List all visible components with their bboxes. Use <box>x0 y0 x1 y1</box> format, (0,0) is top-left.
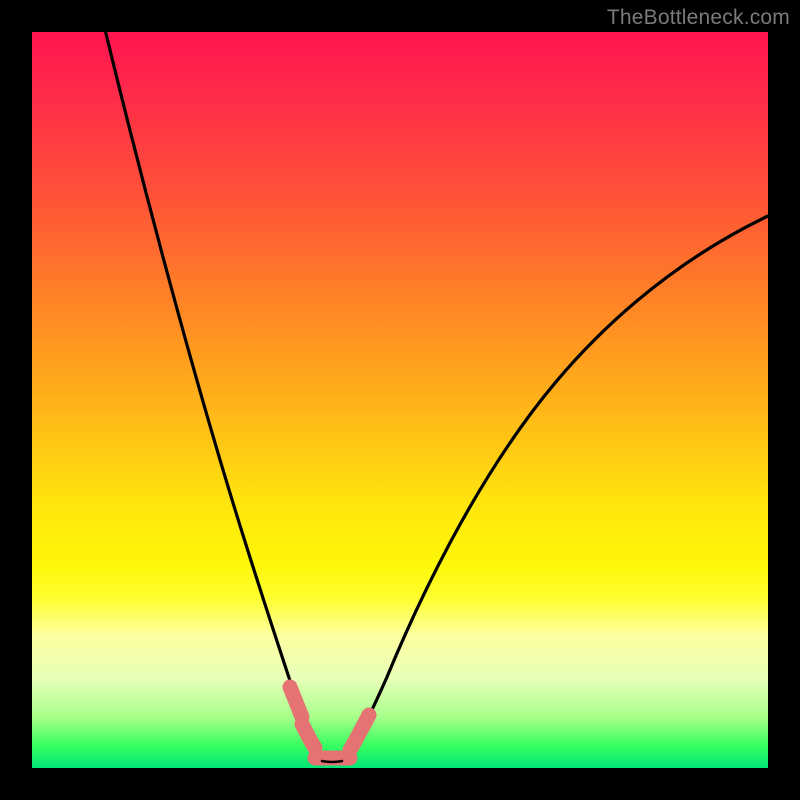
left-curve <box>106 32 322 761</box>
watermark-text: TheBottleneck.com <box>607 6 790 30</box>
left-highlight-lower <box>302 724 315 748</box>
plot-area <box>32 32 768 768</box>
chart-frame: TheBottleneck.com <box>0 0 800 800</box>
right-curve <box>342 216 768 761</box>
left-highlight-upper <box>290 687 302 717</box>
bottom-flat <box>322 761 342 762</box>
curves-svg <box>32 32 768 768</box>
right-highlight <box>350 715 369 750</box>
